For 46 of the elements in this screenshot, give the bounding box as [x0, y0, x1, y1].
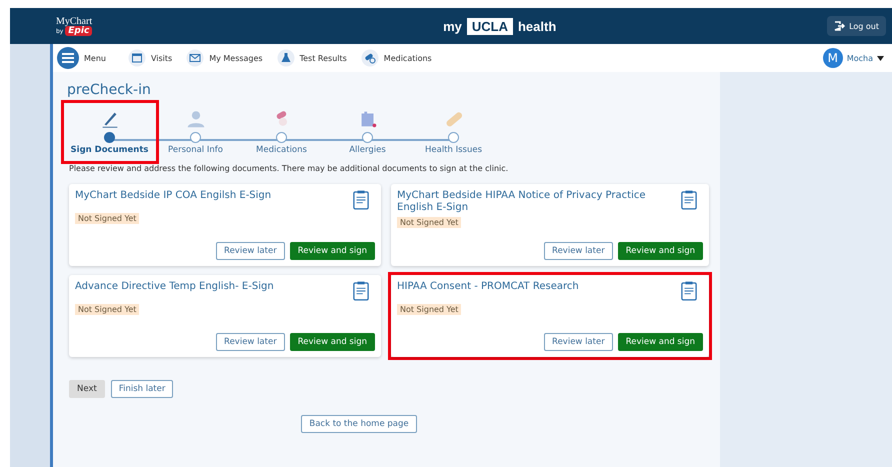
- review-later-button[interactable]: Review later: [544, 242, 613, 260]
- avatar: M: [822, 48, 843, 68]
- nav-link[interactable]: Medications: [360, 49, 432, 67]
- flask-icon: [276, 49, 295, 67]
- review-later-button[interactable]: Review later: [544, 333, 613, 351]
- logout-icon: [834, 21, 846, 31]
- clipboard-icon: [681, 281, 697, 301]
- clipboard-icon: [681, 190, 697, 210]
- instructions-text: Please review and address the following documents. There may be additional documents to sign at the clinic.: [69, 164, 510, 173]
- review-later-button[interactable]: Review later: [216, 333, 285, 351]
- user-menu[interactable]: M Mocha: [720, 44, 892, 72]
- progress-step[interactable]: Sign Documents: [66, 106, 152, 158]
- status-tag: Not Signed Yet: [75, 213, 140, 224]
- nav-link[interactable]: Menu: [57, 47, 106, 69]
- document-title-link[interactable]: Advance Directive Temp English- E-Sign: [75, 281, 274, 293]
- page-title: preCheck-in: [67, 82, 152, 98]
- caret-icon: [877, 56, 884, 60]
- status-tag: Not Signed Yet: [397, 217, 462, 228]
- clipboard-icon: [353, 281, 369, 301]
- site-logo: my UCLA health: [443, 18, 556, 34]
- review-later-button[interactable]: Review later: [216, 242, 285, 260]
- review-and-sign-button[interactable]: Review and sign: [290, 242, 375, 260]
- logout-button[interactable]: Log out: [827, 16, 886, 36]
- review-and-sign-button[interactable]: Review and sign: [290, 333, 375, 351]
- back-home-button[interactable]: Back to the home page: [301, 415, 417, 433]
- status-tag: Not Signed Yet: [75, 304, 140, 315]
- mail-icon: [186, 49, 204, 67]
- progress-step[interactable]: Allergies: [324, 106, 410, 158]
- progress-step[interactable]: Personal Info: [152, 106, 238, 158]
- progress-step[interactable]: Health Issues: [410, 106, 496, 158]
- review-and-sign-button[interactable]: Review and sign: [618, 333, 703, 351]
- document-title-link[interactable]: MyChart Bedside HIPAA Notice of Privacy Practice English E-Sign: [397, 190, 673, 214]
- finish-later-button[interactable]: Finish later: [110, 380, 174, 398]
- progress-step[interactable]: Medications: [238, 106, 324, 158]
- review-and-sign-button[interactable]: Review and sign: [618, 242, 703, 260]
- document-title-link[interactable]: MyChart Bedside IP COA Engilsh E-Sign: [75, 190, 272, 202]
- person-icon: [184, 108, 206, 130]
- nav-link[interactable]: My Messages: [186, 49, 263, 67]
- clipboard-icon: [353, 190, 369, 210]
- nav-link[interactable]: Test Results: [276, 49, 347, 67]
- calendar-icon: [128, 49, 146, 67]
- menu-icon: [57, 47, 79, 69]
- status-tag: Not Signed Yet: [397, 304, 462, 315]
- nav-link[interactable]: Visits: [128, 49, 172, 67]
- pills-icon: [360, 49, 379, 67]
- document-title-link[interactable]: HIPAA Consent - PROMCAT Research: [397, 281, 579, 293]
